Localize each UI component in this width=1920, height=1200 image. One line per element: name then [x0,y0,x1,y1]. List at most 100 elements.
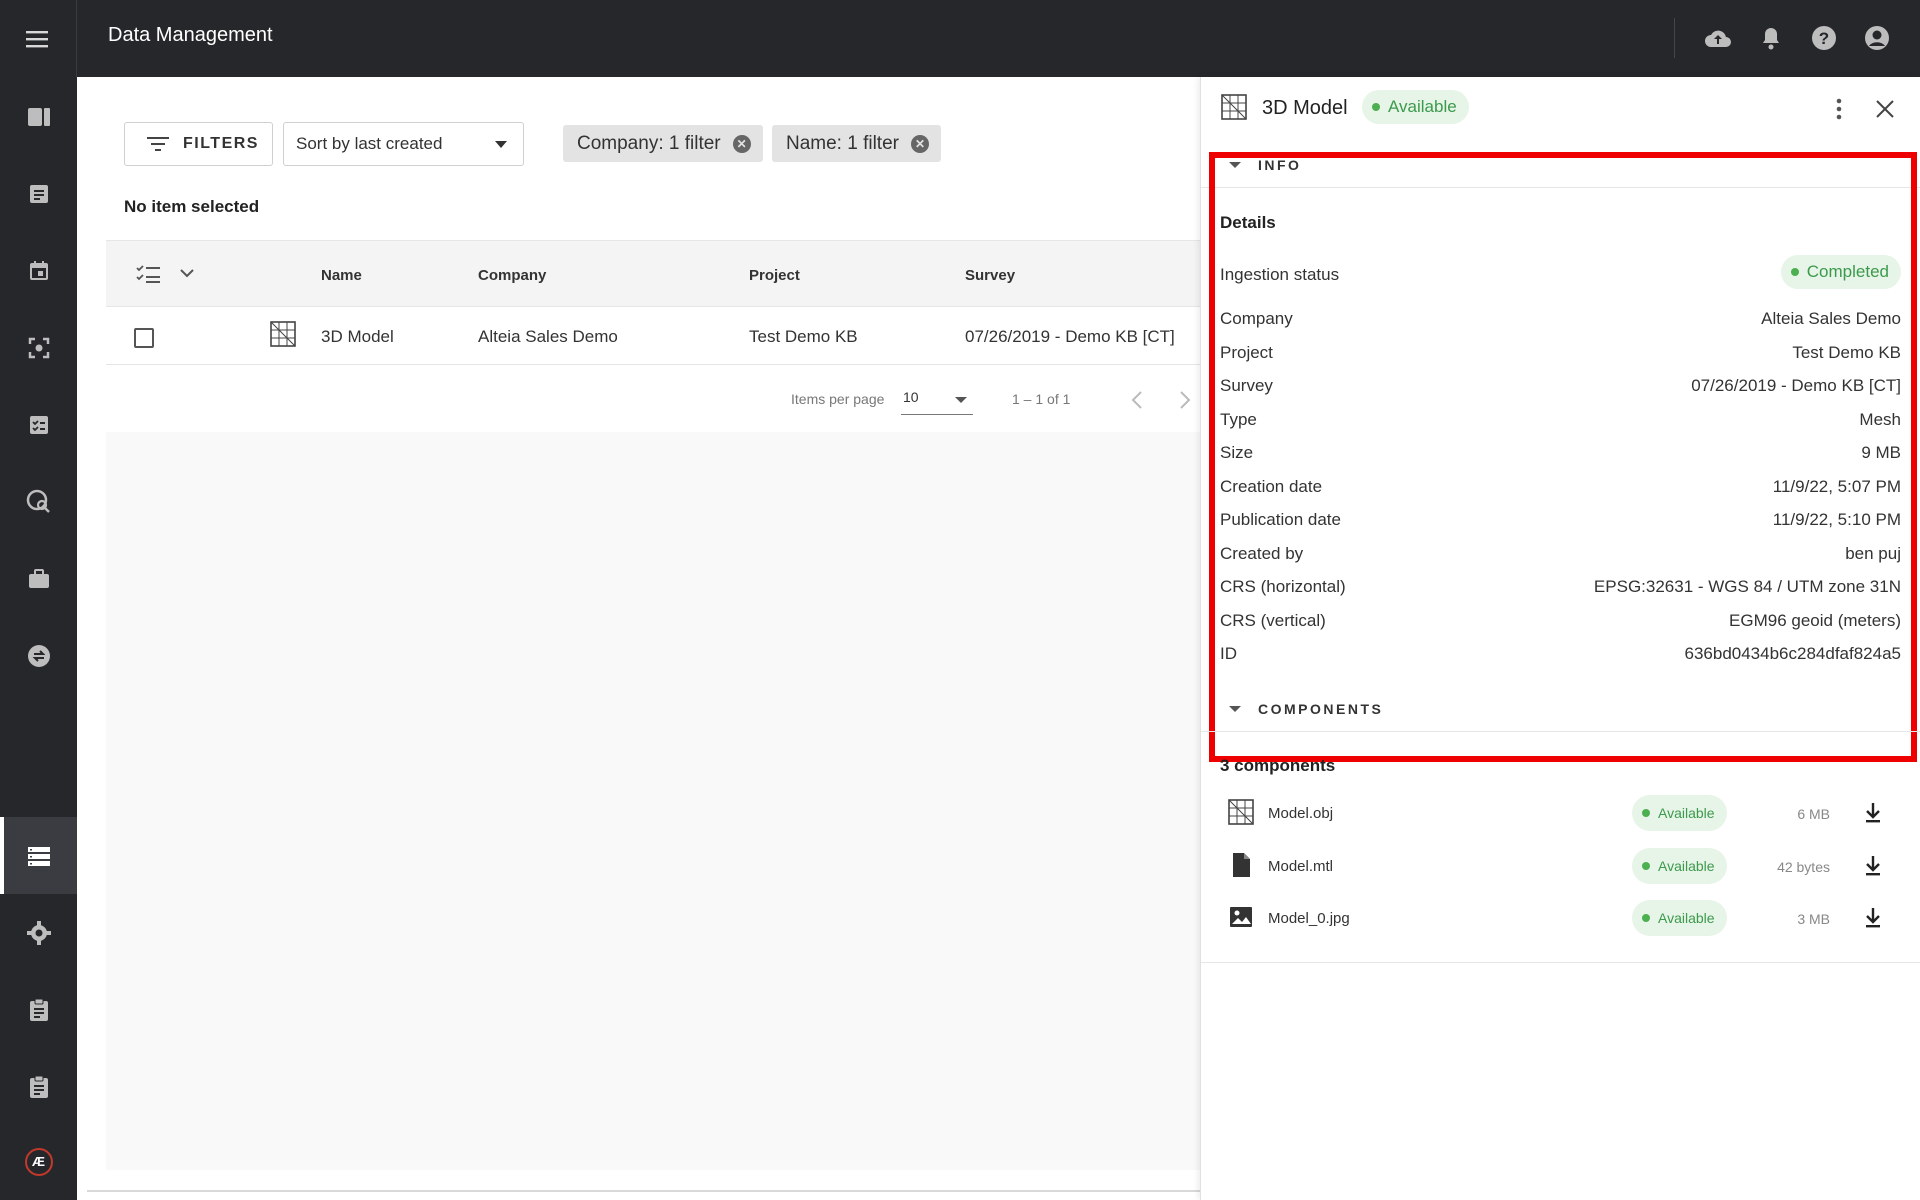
chevron-down-icon[interactable] [180,269,194,278]
upload-cloud-button[interactable] [1702,22,1734,54]
nav-item-sync[interactable] [0,617,77,694]
gear-icon [26,920,51,945]
select-list-icon[interactable] [136,264,162,284]
component-name: Model_0.jpg [1268,910,1350,927]
top-bar: Data Management ? [0,0,1920,77]
component-status: Available [1658,805,1715,821]
collapse-triangle-icon [1229,706,1241,712]
sort-select[interactable]: Sort by last created [283,122,524,166]
filters-label: FILTERS [183,135,259,152]
chevron-right-icon[interactable] [1179,391,1191,409]
nav-item-map-search[interactable] [0,463,77,540]
nav-item-scan[interactable] [0,309,77,386]
notifications-button[interactable] [1755,22,1787,54]
nav-item-projects[interactable] [0,540,77,617]
file-icon [1233,853,1250,877]
items-per-page-select[interactable]: 10 [901,389,973,415]
chip-label: Name: 1 filter [786,132,899,154]
column-header-name[interactable]: Name [321,267,362,284]
component-status-badge: Available [1632,795,1727,831]
table-row[interactable]: 3D Model Alteia Sales Demo Test Demo KB … [106,307,1200,365]
status-dot [1642,809,1650,817]
nav-item-home[interactable]: Æ [0,1123,77,1200]
component-row: Model.obj Available 6 MB [1201,787,1920,839]
hamburger-icon [26,30,48,47]
nav-item-catalog[interactable] [0,78,77,155]
checklist-icon [29,415,48,434]
component-status: Available [1658,910,1715,926]
components-count: 3 components [1220,756,1336,775]
components-divider [1201,962,1920,963]
component-row: Model_0.jpg Available 3 MB [1201,892,1920,944]
more-vertical-icon[interactable] [1835,97,1843,121]
close-icon[interactable]: ✕ [732,134,751,153]
clipboard-icon [29,998,48,1021]
nav-item-calendar[interactable] [0,232,77,309]
page-range: 1 – 1 of 1 [1012,391,1071,407]
nav-item-data-management[interactable] [0,817,77,894]
menu-button[interactable] [0,0,77,77]
filter-chip-name[interactable]: Name: 1 filter ✕ [772,125,941,162]
cell-company: Alteia Sales Demo [478,327,618,346]
cell-name[interactable]: 3D Model [321,327,394,347]
details-panel: 3D Model Available INFO Details Ingestio… [1200,77,1920,1200]
download-icon[interactable] [1862,854,1884,878]
chevron-down-icon [495,141,507,148]
sync-icon [27,644,50,667]
app-title: Data Management [108,24,273,46]
filter-chip-company[interactable]: Company: 1 filter ✕ [563,125,763,162]
help-button[interactable]: ? [1808,22,1840,54]
row-checkbox[interactable] [134,328,154,348]
cell-project: Test Demo KB [749,327,858,346]
component-size: 6 MB [1797,806,1830,822]
topbar-divider [1674,18,1675,58]
component-status: Available [1658,858,1715,874]
pagination: Items per page 10 1 – 1 of 1 [106,365,1200,432]
account-button[interactable] [1861,22,1893,54]
status-dot [1642,914,1650,922]
component-status-badge: Available [1632,848,1727,884]
cell-survey: 07/26/2019 - Demo KB [CT] [965,327,1175,346]
column-header-survey[interactable]: Survey [965,267,1015,284]
component-name: Model.mtl [1268,858,1334,875]
mesh-icon [1221,94,1247,120]
nav-item-settings[interactable] [0,894,77,971]
mesh-icon [270,321,296,347]
nav-item-documents[interactable] [0,155,77,232]
status-label: Available [1388,97,1457,116]
component-size: 3 MB [1797,911,1830,927]
download-icon[interactable] [1862,906,1884,930]
panel-title: 3D Model [1262,97,1348,119]
clipboard-icon [29,1075,48,1098]
chip-label: Company: 1 filter [577,132,721,154]
chevron-left-icon[interactable] [1131,391,1143,409]
briefcase-icon [28,568,49,588]
close-icon[interactable]: ✕ [910,134,929,153]
info-highlight-box [1209,152,1917,762]
filter-lines-icon [147,137,169,151]
empty-list-area [106,432,1200,1170]
svg-text:?: ? [1819,29,1829,48]
column-header-project[interactable]: Project [749,267,800,284]
download-icon[interactable] [1862,801,1884,825]
nav-item-logs[interactable] [0,1048,77,1125]
nav-item-tasks[interactable] [0,386,77,463]
close-icon[interactable] [1876,100,1894,118]
component-row: Model.mtl Available 42 bytes [1201,840,1920,892]
bottom-divider [87,1190,1200,1192]
table-header: Name Company Project Survey [106,240,1200,307]
status-badge: Available [1362,90,1469,124]
filters-button[interactable]: FILTERS [124,122,273,166]
column-header-company[interactable]: Company [478,267,546,284]
book-icon [27,107,50,126]
image-icon [1230,907,1252,927]
status-dot [1642,862,1650,870]
nav-item-reports[interactable] [0,971,77,1048]
sort-value: Sort by last created [296,134,443,153]
components-section-label: COMPONENTS [1258,701,1384,717]
mesh-icon [1228,799,1254,825]
bell-icon [1763,28,1779,50]
components-section-header[interactable]: COMPONENTS [1201,688,1920,732]
map-search-icon [26,489,50,513]
status-dot [1372,103,1380,111]
